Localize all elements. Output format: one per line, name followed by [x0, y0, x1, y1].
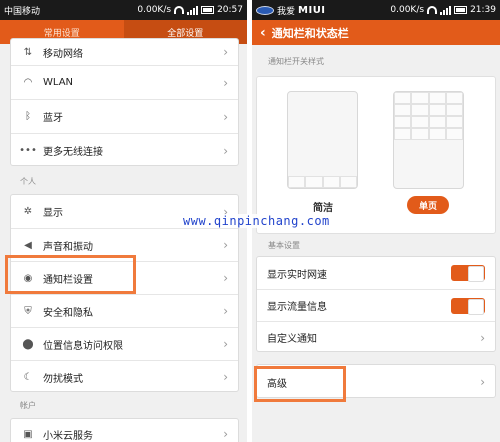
style-label-simple: 简洁	[313, 203, 333, 214]
settings-item-bluetooth[interactable]: ᛒ 蓝牙 ›	[11, 99, 238, 133]
wifi-icon	[427, 6, 438, 14]
shield-icon: ⛨	[24, 305, 32, 317]
signal-icon	[440, 5, 452, 15]
cloud-icon: ▣	[23, 428, 33, 440]
section-label-basic: 基本设置	[268, 241, 300, 250]
page-title: 通知栏和状态栏	[271, 26, 349, 40]
section-label-personal: 个人	[20, 177, 36, 186]
wireless-group: ⇅ 移动网络 › ◠ WLAN › ᛒ 蓝牙 › ••• 更多无线连接 ›	[10, 38, 239, 166]
wifi-icon: ◠	[23, 77, 33, 88]
settings-item-traffic-info[interactable]: 显示流量信息	[257, 289, 495, 321]
settings-item-security[interactable]: ⛨ 安全和隐私 ›	[11, 294, 238, 327]
screenshot-composite: 中国移动 0.00K/s 20:57 常用设置 全部设置 ⇅ 移动网络 › ◠ …	[0, 0, 500, 442]
signal-icon	[187, 5, 199, 15]
watermark-text: www.qinpinchang.com	[180, 214, 333, 228]
chevron-right-icon: ›	[223, 45, 228, 59]
settings-item-more-wireless[interactable]: ••• 更多无线连接 ›	[11, 133, 238, 167]
highlight-box-notification	[5, 255, 136, 294]
highlight-box-advanced	[254, 366, 346, 402]
status-bar: 中国移动 0.00K/s 20:57	[0, 0, 247, 20]
chevron-right-icon: ›	[223, 337, 228, 351]
chevron-right-icon: ›	[223, 238, 228, 252]
style-single-page-button[interactable]: 单页	[407, 196, 449, 214]
location-pin-icon: ⬤	[22, 338, 34, 350]
mobile-network-icon: ⇅	[23, 46, 33, 58]
chevron-right-icon: ›	[480, 375, 485, 389]
settings-item-mi-cloud[interactable]: ▣ 小米云服务 ›	[11, 419, 238, 442]
settings-item-realtime-speed[interactable]: 显示实时网速	[257, 257, 495, 289]
basic-settings-group: 显示实时网速 显示流量信息 自定义通知 ›	[256, 256, 496, 352]
settings-item-wlan[interactable]: ◠ WLAN ›	[11, 65, 238, 99]
chevron-right-icon: ›	[223, 109, 228, 124]
brightness-icon: ✲	[23, 206, 33, 217]
clock: 21:39	[470, 5, 496, 15]
network-speed: 0.00K/s	[390, 5, 425, 15]
back-arrow-icon[interactable]: ‹	[260, 25, 266, 41]
battery-icon	[454, 6, 468, 14]
style-preview-area: 简洁 单页	[256, 76, 496, 234]
chevron-right-icon: ›	[480, 330, 485, 345]
chevron-right-icon: ›	[223, 370, 228, 384]
chevron-right-icon: ›	[223, 304, 228, 318]
more-dots-icon: •••	[19, 145, 37, 156]
sidebar-item-mobile-network[interactable]: ⇅ 移动网络 ›	[11, 39, 238, 65]
speaker-icon: ◀	[24, 239, 32, 251]
chevron-right-icon: ›	[223, 427, 228, 441]
status-bar: 我爱 MIUI 0.00K/s 21:39	[252, 0, 500, 20]
account-group: ▣ 小米云服务 ›	[10, 418, 239, 442]
settings-item-do-not-disturb[interactable]: ☾ 勿扰模式 ›	[11, 360, 238, 393]
carrier-name: 中国移动	[4, 6, 41, 17]
page-titlebar: ‹ 通知栏和状态栏	[252, 20, 500, 45]
bluetooth-icon: ᛒ	[25, 111, 31, 122]
section-label-style: 通知栏开关样式	[268, 57, 324, 66]
settings-item-custom-notification[interactable]: 自定义通知 ›	[257, 321, 495, 353]
moon-icon: ☾	[23, 371, 33, 383]
status-prefix: 我爱	[277, 6, 296, 17]
toggle-switch-realtime-speed[interactable]	[451, 265, 485, 282]
settings-item-location[interactable]: ⬤ 位置信息访问权限 ›	[11, 327, 238, 360]
chevron-right-icon: ›	[223, 143, 228, 158]
section-label-account: 帐户	[20, 401, 36, 410]
miui-logo: MIUI	[298, 4, 326, 16]
network-speed: 0.00K/s	[137, 5, 172, 15]
battery-icon	[201, 6, 215, 14]
style-preview-simple[interactable]	[287, 91, 358, 189]
wifi-icon	[174, 6, 185, 14]
chevron-right-icon: ›	[223, 75, 228, 90]
clock: 20:57	[217, 5, 243, 15]
chevron-right-icon: ›	[223, 271, 228, 285]
ford-logo-icon	[256, 5, 274, 15]
style-preview-single-page[interactable]	[393, 91, 464, 189]
toggle-switch-traffic-info[interactable]	[451, 297, 485, 315]
